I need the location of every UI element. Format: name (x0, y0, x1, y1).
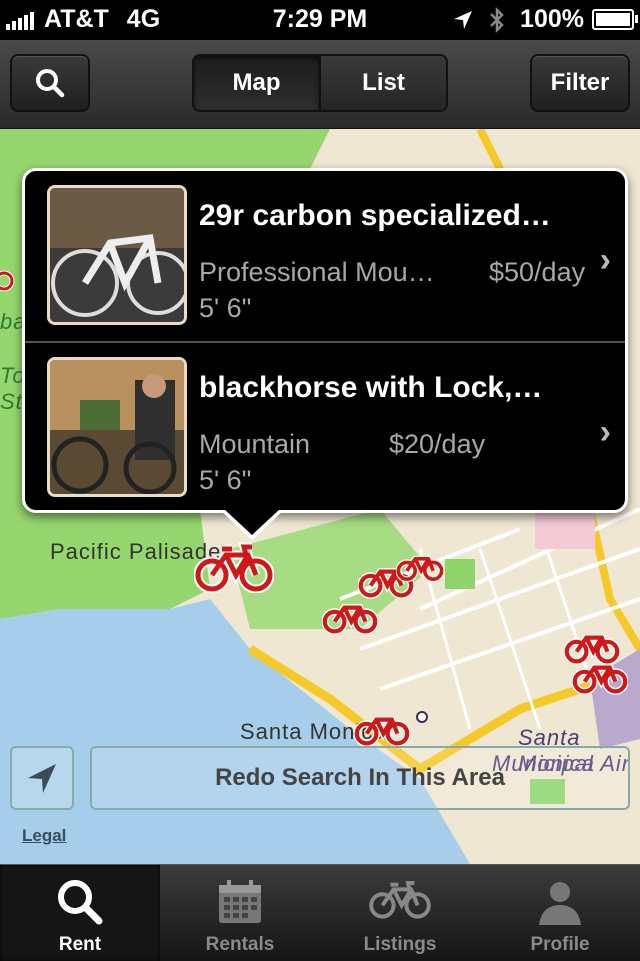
search-icon (36, 69, 65, 98)
listing-thumbnail (47, 185, 187, 325)
segment-list[interactable]: List (319, 56, 446, 110)
tab-label: Rentals (205, 934, 275, 955)
listing-type: Mountain (199, 429, 311, 459)
tab-rent[interactable]: Rent (0, 865, 160, 961)
bike-marker-icon[interactable] (354, 709, 410, 747)
listing-item[interactable]: 29r carbon specialized… Professional Mou… (25, 171, 625, 343)
bike-marker-icon[interactable] (194, 541, 274, 593)
listing-title: 29r carbon specialized… (199, 199, 551, 232)
listing-item[interactable]: blackhorse with Lock,… Mountain $20/day … (25, 343, 625, 513)
segment-map[interactable]: Map (194, 56, 319, 110)
current-location-button[interactable] (10, 746, 74, 810)
listing-price: $50/day (489, 257, 586, 287)
tab-listings[interactable]: Listings (320, 865, 480, 961)
listing-price: $20/day (389, 429, 486, 459)
person-icon (539, 882, 581, 925)
bike-marker-icon[interactable] (0, 269, 16, 293)
chevron-right-icon: › (599, 241, 611, 279)
bike-marker-icon[interactable] (396, 549, 444, 583)
legal-link[interactable]: Legal (22, 826, 66, 846)
listing-title: blackhorse with Lock,… (199, 371, 543, 404)
listing-type: Professional Mou… (199, 257, 435, 287)
location-arrow-icon (28, 764, 56, 793)
redo-search-button[interactable]: Redo Search In This Area (90, 746, 630, 810)
navigation-bar: Map List Filter (0, 40, 640, 129)
listing-thumbnail (47, 357, 187, 497)
tab-label: Listings (363, 934, 437, 955)
listings-callout: 29r carbon specialized… Professional Mou… (22, 168, 628, 540)
tab-rentals[interactable]: Rentals (160, 865, 320, 961)
search-button[interactable] (10, 54, 90, 112)
bluetooth-icon (490, 6, 504, 33)
poi-marker-icon (416, 711, 428, 723)
search-icon (58, 880, 103, 925)
calendar-icon (219, 880, 261, 923)
chevron-right-icon: › (599, 413, 611, 451)
battery-icon (592, 9, 638, 30)
bike-marker-icon[interactable] (322, 597, 378, 635)
listing-size: 5' 6" (199, 293, 252, 323)
view-segmented-control: Map List (192, 54, 448, 112)
bike-icon (369, 881, 431, 919)
bike-marker-icon[interactable] (572, 657, 628, 695)
status-bar: AT&T 4G 7:29 PM 100% (0, 0, 640, 40)
location-arrow-icon (454, 10, 473, 29)
tab-label: Profile (530, 934, 590, 955)
tab-profile[interactable]: Profile (480, 865, 640, 961)
tab-bar: Rent Rentals Listings Profile (0, 864, 640, 961)
tab-label: Rent (58, 934, 102, 955)
filter-button[interactable]: Filter (530, 54, 630, 112)
battery-percent: 100% (520, 5, 584, 33)
listing-size: 5' 6" (199, 465, 252, 495)
